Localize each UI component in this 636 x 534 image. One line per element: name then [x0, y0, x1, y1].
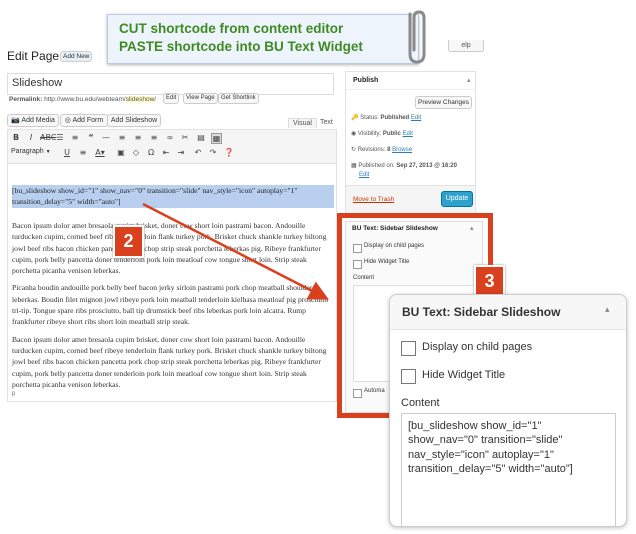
content-textarea-value: [bu_slideshow show_id="1" show_nav="0" t…: [408, 420, 573, 475]
display-child-checkbox[interactable]: [401, 341, 416, 356]
callout-line-2: PASTE shortcode into BU Text Widget: [119, 39, 363, 54]
collapse-arrow-icon[interactable]: ▴: [605, 305, 610, 315]
content-label: Content: [401, 397, 440, 409]
step-2-badge: 2: [113, 225, 144, 258]
content-textarea[interactable]: [bu_slideshow show_id="1" show_nav="0" t…: [401, 413, 616, 526]
hide-title-checkbox[interactable]: [401, 369, 416, 384]
widget-panel-zoom: BU Text: Sidebar Slideshow ▴ Display on …: [389, 294, 627, 527]
paperclip-icon: [408, 10, 426, 64]
callout-banner: CUT shortcode from content editor PASTE …: [107, 14, 419, 64]
widget-zoom-title: BU Text: Sidebar Slideshow: [402, 305, 561, 319]
hide-title-label: Hide Widget Title: [422, 369, 506, 381]
arrow-line: [142, 202, 329, 300]
callout-line-1: CUT shortcode from content editor: [119, 21, 344, 36]
display-child-label: Display on child pages: [422, 341, 533, 353]
